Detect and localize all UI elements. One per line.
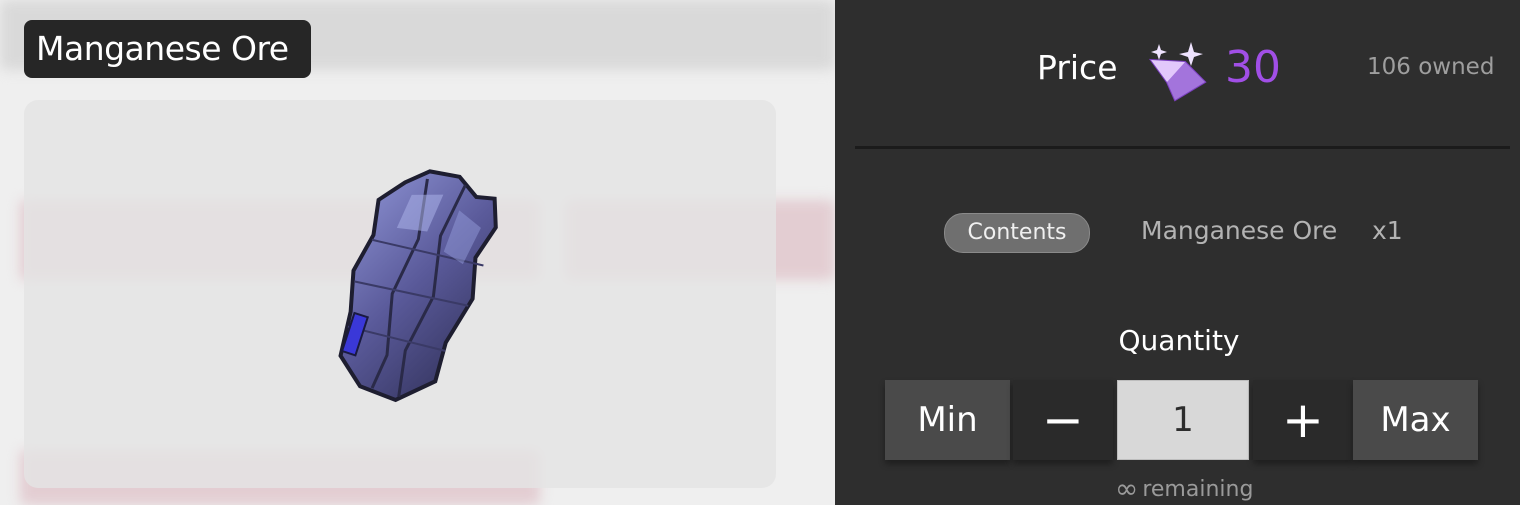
quantity-title: Quantity — [1118, 324, 1240, 357]
owned-count: 106 owned — [1367, 54, 1495, 80]
price-value: 30 — [1225, 42, 1281, 93]
contents-item-name: Manganese Ore — [1141, 216, 1338, 245]
infinity-icon: ∞ — [1115, 472, 1139, 505]
remaining-label: remaining — [1142, 477, 1254, 502]
max-button[interactable]: Max — [1353, 380, 1478, 460]
manganese-ore-icon — [338, 169, 498, 403]
item-preview-panel: Manganese Ore — [0, 0, 835, 505]
divider — [855, 146, 1510, 149]
remaining-stock: ∞ remaining — [1115, 472, 1253, 505]
min-button[interactable]: Min — [885, 380, 1010, 460]
purchase-panel: Price 30 106 owned Contents Manganese Or… — [835, 0, 1520, 505]
contents-item-quantity: x1 — [1372, 216, 1403, 245]
decrement-button[interactable]: − — [1013, 380, 1113, 460]
price-label: Price — [1037, 48, 1118, 87]
contents-badge: Contents — [944, 213, 1090, 253]
purple-gem-icon — [1148, 42, 1207, 102]
increment-button[interactable]: + — [1253, 380, 1353, 460]
item-title: Manganese Ore — [24, 20, 311, 78]
item-card — [24, 100, 776, 488]
quantity-input[interactable]: 1 — [1117, 380, 1249, 460]
